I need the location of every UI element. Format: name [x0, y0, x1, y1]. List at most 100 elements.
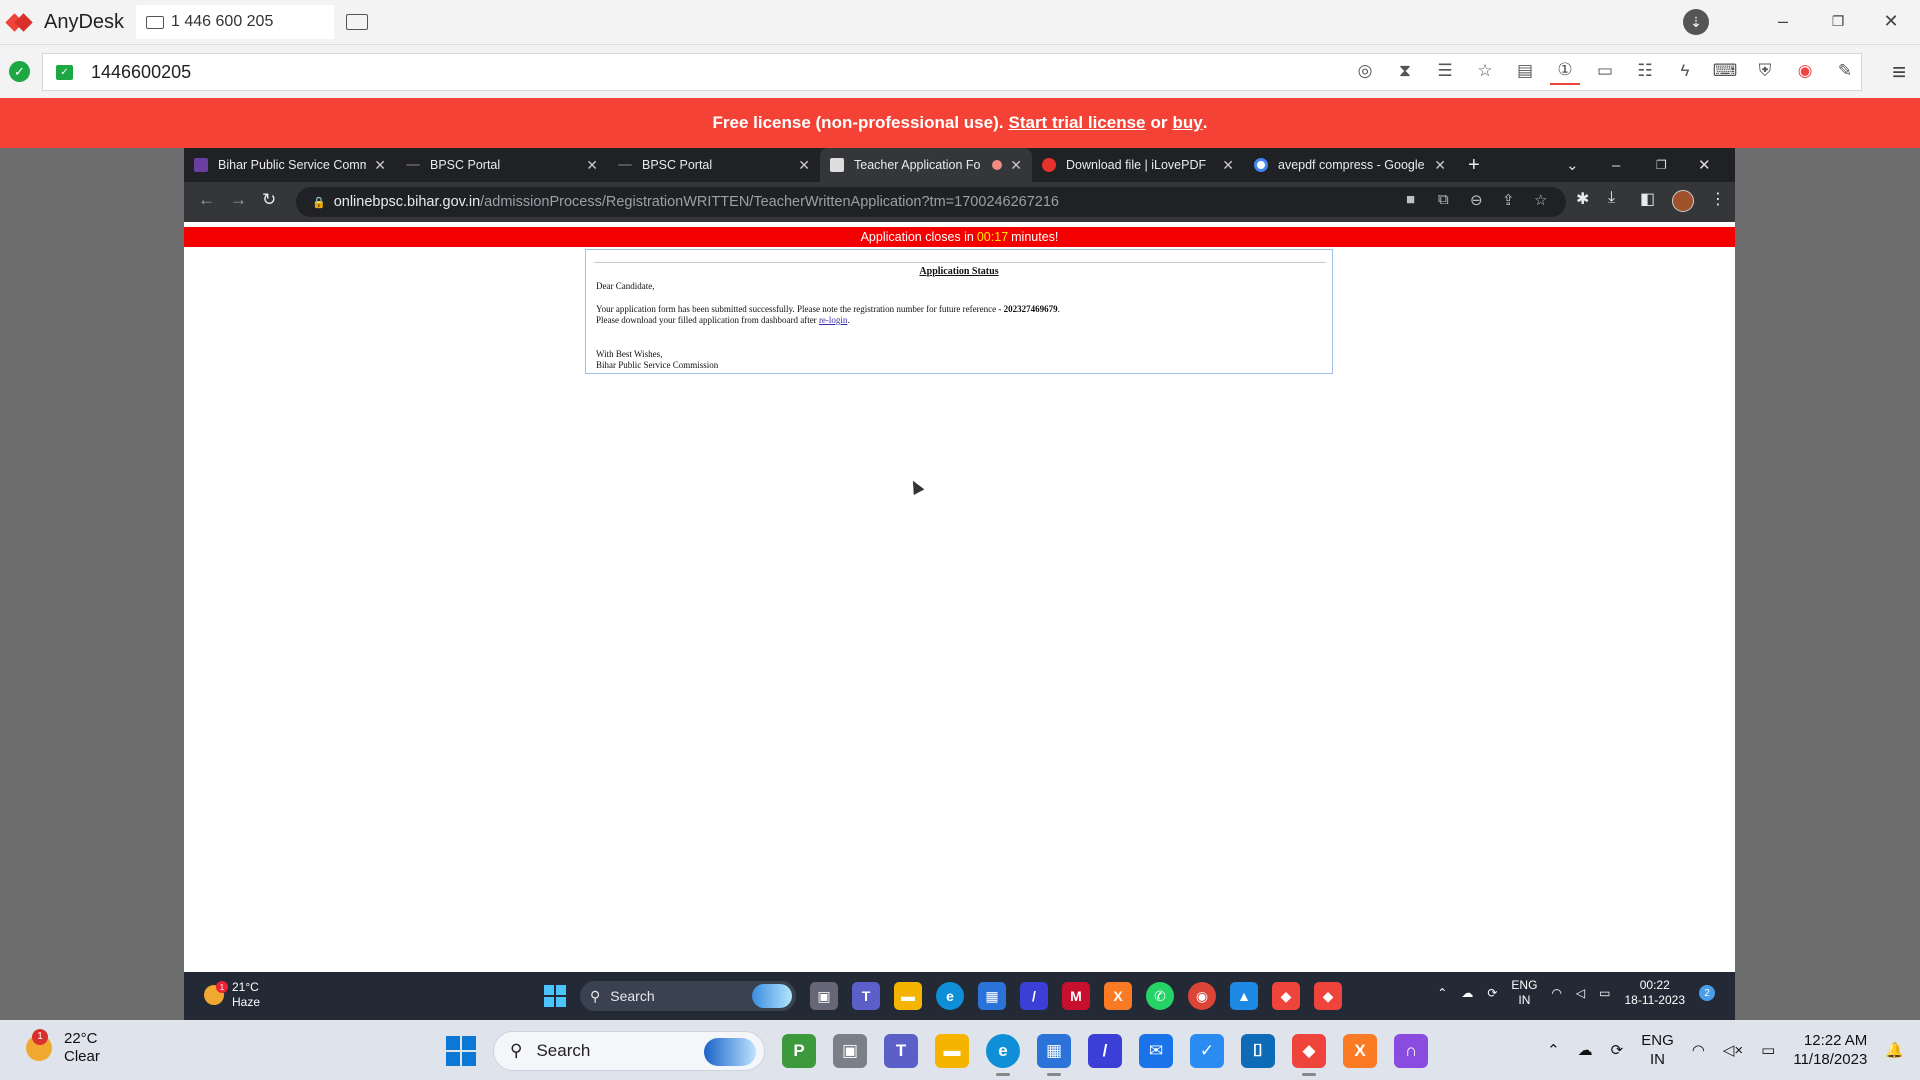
- copilot-preview-icon[interactable]: P: [782, 1034, 816, 1068]
- start-icon[interactable]: [446, 1036, 476, 1066]
- language-indicator[interactable]: ENG IN: [1641, 1031, 1674, 1069]
- wifi-icon[interactable]: ◠: [1551, 986, 1561, 1000]
- relogin-link[interactable]: re-login: [819, 315, 848, 325]
- buy-link[interactable]: buy: [1173, 113, 1203, 133]
- record-icon[interactable]: ◉: [1790, 57, 1820, 85]
- tab-close-icon[interactable]: ✕: [1434, 157, 1446, 174]
- xampp-icon[interactable]: X: [1343, 1034, 1377, 1068]
- powerapps-icon[interactable]: /: [1020, 982, 1048, 1010]
- browser-tab[interactable]: avepdf compress - Google ✕: [1244, 148, 1456, 182]
- sync-icon[interactable]: ⟳: [1487, 986, 1497, 1000]
- tab-close-icon[interactable]: ✕: [798, 157, 810, 174]
- reload-icon[interactable]: ↻: [262, 190, 276, 210]
- zoom-icon[interactable]: ⊖: [1470, 191, 1483, 209]
- local-search-box[interactable]: ⚲ Search: [493, 1031, 765, 1071]
- forward-icon[interactable]: →: [230, 190, 247, 210]
- browser-tab-active[interactable]: Teacher Application Fo ✕: [820, 148, 1032, 182]
- lightning-icon[interactable]: ϟ: [1670, 57, 1700, 85]
- keyboard-icon[interactable]: ⌨: [1710, 57, 1740, 85]
- privacy-icon[interactable]: ◎: [1350, 57, 1380, 85]
- minimize-button[interactable]: –: [1770, 8, 1796, 34]
- bookmark-star-icon[interactable]: ☆: [1534, 191, 1547, 209]
- task-view-icon[interactable]: ▣: [833, 1034, 867, 1068]
- browser-restore-button[interactable]: ❐: [1656, 148, 1667, 182]
- browser-tab[interactable]: Bihar Public Service Comm ✕: [184, 148, 396, 182]
- start-icon[interactable]: [544, 985, 566, 1007]
- task-view-icon[interactable]: ▣: [810, 982, 838, 1010]
- wifi-icon[interactable]: ◠: [1692, 1041, 1705, 1059]
- local-clock[interactable]: 12:22 AM 11/18/2023: [1793, 1031, 1867, 1069]
- battery-icon[interactable]: ▭: [1761, 1041, 1775, 1059]
- mcafee-icon[interactable]: M: [1062, 982, 1090, 1010]
- tab-close-icon[interactable]: ✕: [1010, 157, 1022, 174]
- download-icon[interactable]: ⤓: [1608, 189, 1615, 207]
- remote-weather-widget[interactable]: 1 21°C Haze: [204, 980, 260, 1010]
- share-icon[interactable]: ⇪: [1502, 191, 1515, 209]
- back-icon[interactable]: ←: [198, 190, 215, 210]
- browser-tab[interactable]: BPSC Portal ✕: [608, 148, 820, 182]
- teams-icon[interactable]: T: [884, 1034, 918, 1068]
- edge-icon[interactable]: e: [936, 982, 964, 1010]
- notification-badge[interactable]: 2: [1699, 985, 1715, 1001]
- camera-icon[interactable]: ■: [1406, 191, 1415, 208]
- sync-icon[interactable]: ⟳: [1611, 1041, 1624, 1059]
- visual-studio-icon[interactable]: ∩: [1394, 1034, 1428, 1068]
- restore-button[interactable]: ❐: [1825, 8, 1851, 34]
- session-tab[interactable]: 1 446 600 205: [136, 5, 335, 39]
- show-hidden-icon[interactable]: ⌃: [1437, 986, 1447, 1000]
- pen-icon[interactable]: ✎: [1830, 57, 1860, 85]
- hamburger-menu-icon[interactable]: ≡: [1892, 59, 1906, 87]
- file-explorer-icon[interactable]: ▬: [935, 1034, 969, 1068]
- onedrive-icon[interactable]: ☁: [1461, 986, 1473, 1000]
- todo-icon[interactable]: ✓: [1190, 1034, 1224, 1068]
- xampp-icon[interactable]: X: [1104, 982, 1132, 1010]
- monitor-icon[interactable]: ▭: [1590, 57, 1620, 85]
- edge-icon[interactable]: e: [986, 1034, 1020, 1076]
- photos-icon[interactable]: ▲: [1230, 982, 1258, 1010]
- browser-close-button[interactable]: ✕: [1698, 148, 1711, 182]
- anydesk-icon[interactable]: ◆: [1292, 1034, 1326, 1076]
- hourglass-icon[interactable]: ⧗: [1390, 57, 1420, 85]
- file-transfer-icon[interactable]: ▤: [1510, 57, 1540, 85]
- code-editor-icon[interactable]: ⌷: [1241, 1034, 1275, 1068]
- mute-icon[interactable]: ◁×: [1723, 1041, 1743, 1059]
- new-session-icon[interactable]: [346, 14, 369, 30]
- tab-search-icon[interactable]: ⌄: [1566, 148, 1579, 182]
- notification-bell-icon[interactable]: 🔔: [1885, 1041, 1904, 1059]
- powerapps-icon[interactable]: /: [1088, 1034, 1122, 1068]
- profile-avatar[interactable]: [1672, 190, 1694, 212]
- chrome-icon[interactable]: ◉: [1188, 982, 1216, 1010]
- local-weather-widget[interactable]: 1 22°C Clear: [26, 1029, 100, 1066]
- remote-clock[interactable]: 00:22 18-11-2023: [1625, 978, 1686, 1008]
- translate-icon[interactable]: ⧉: [1438, 191, 1449, 208]
- side-panel-icon[interactable]: ◧: [1640, 189, 1655, 209]
- database-icon[interactable]: ☰: [1430, 57, 1460, 85]
- tab-close-icon[interactable]: ✕: [586, 157, 598, 174]
- new-tab-icon[interactable]: +: [1468, 148, 1480, 182]
- star-icon[interactable]: ☆: [1470, 57, 1500, 85]
- browser-minimize-button[interactable]: –: [1612, 148, 1620, 182]
- extensions-icon[interactable]: ✱: [1576, 189, 1589, 209]
- onedrive-icon[interactable]: ☁: [1578, 1041, 1593, 1059]
- volume-icon[interactable]: ◁: [1576, 986, 1585, 1000]
- close-button[interactable]: ✕: [1878, 8, 1904, 34]
- start-trial-link[interactable]: Start trial license: [1008, 113, 1145, 133]
- teams-icon[interactable]: T: [852, 982, 880, 1010]
- tab-close-icon[interactable]: ✕: [374, 157, 386, 174]
- tab-close-icon[interactable]: ✕: [1222, 157, 1234, 174]
- display-one-icon[interactable]: ①: [1550, 57, 1580, 85]
- battery-icon[interactable]: ▭: [1599, 986, 1610, 1000]
- language-indicator[interactable]: ENG IN: [1511, 978, 1537, 1008]
- file-explorer-icon[interactable]: ▬: [894, 982, 922, 1010]
- anydesk-icon[interactable]: ◆: [1272, 982, 1300, 1010]
- shield-icon[interactable]: ⛨: [1750, 57, 1780, 85]
- chat-icon[interactable]: ☷: [1630, 57, 1660, 85]
- anydesk-download-icon[interactable]: ⇣: [1683, 9, 1709, 35]
- mail-icon[interactable]: ✉: [1139, 1034, 1173, 1068]
- browser-tab[interactable]: BPSC Portal ✕: [396, 148, 608, 182]
- remote-search-box[interactable]: ⚲ Search: [580, 981, 796, 1011]
- store-icon[interactable]: ▦: [1037, 1034, 1071, 1076]
- url-bar[interactable]: 🔒 onlinebpsc.bihar.gov.in/admissionProce…: [296, 187, 1566, 217]
- whatsapp-icon[interactable]: ✆: [1146, 982, 1174, 1010]
- anydesk-icon[interactable]: ◆: [1314, 982, 1342, 1010]
